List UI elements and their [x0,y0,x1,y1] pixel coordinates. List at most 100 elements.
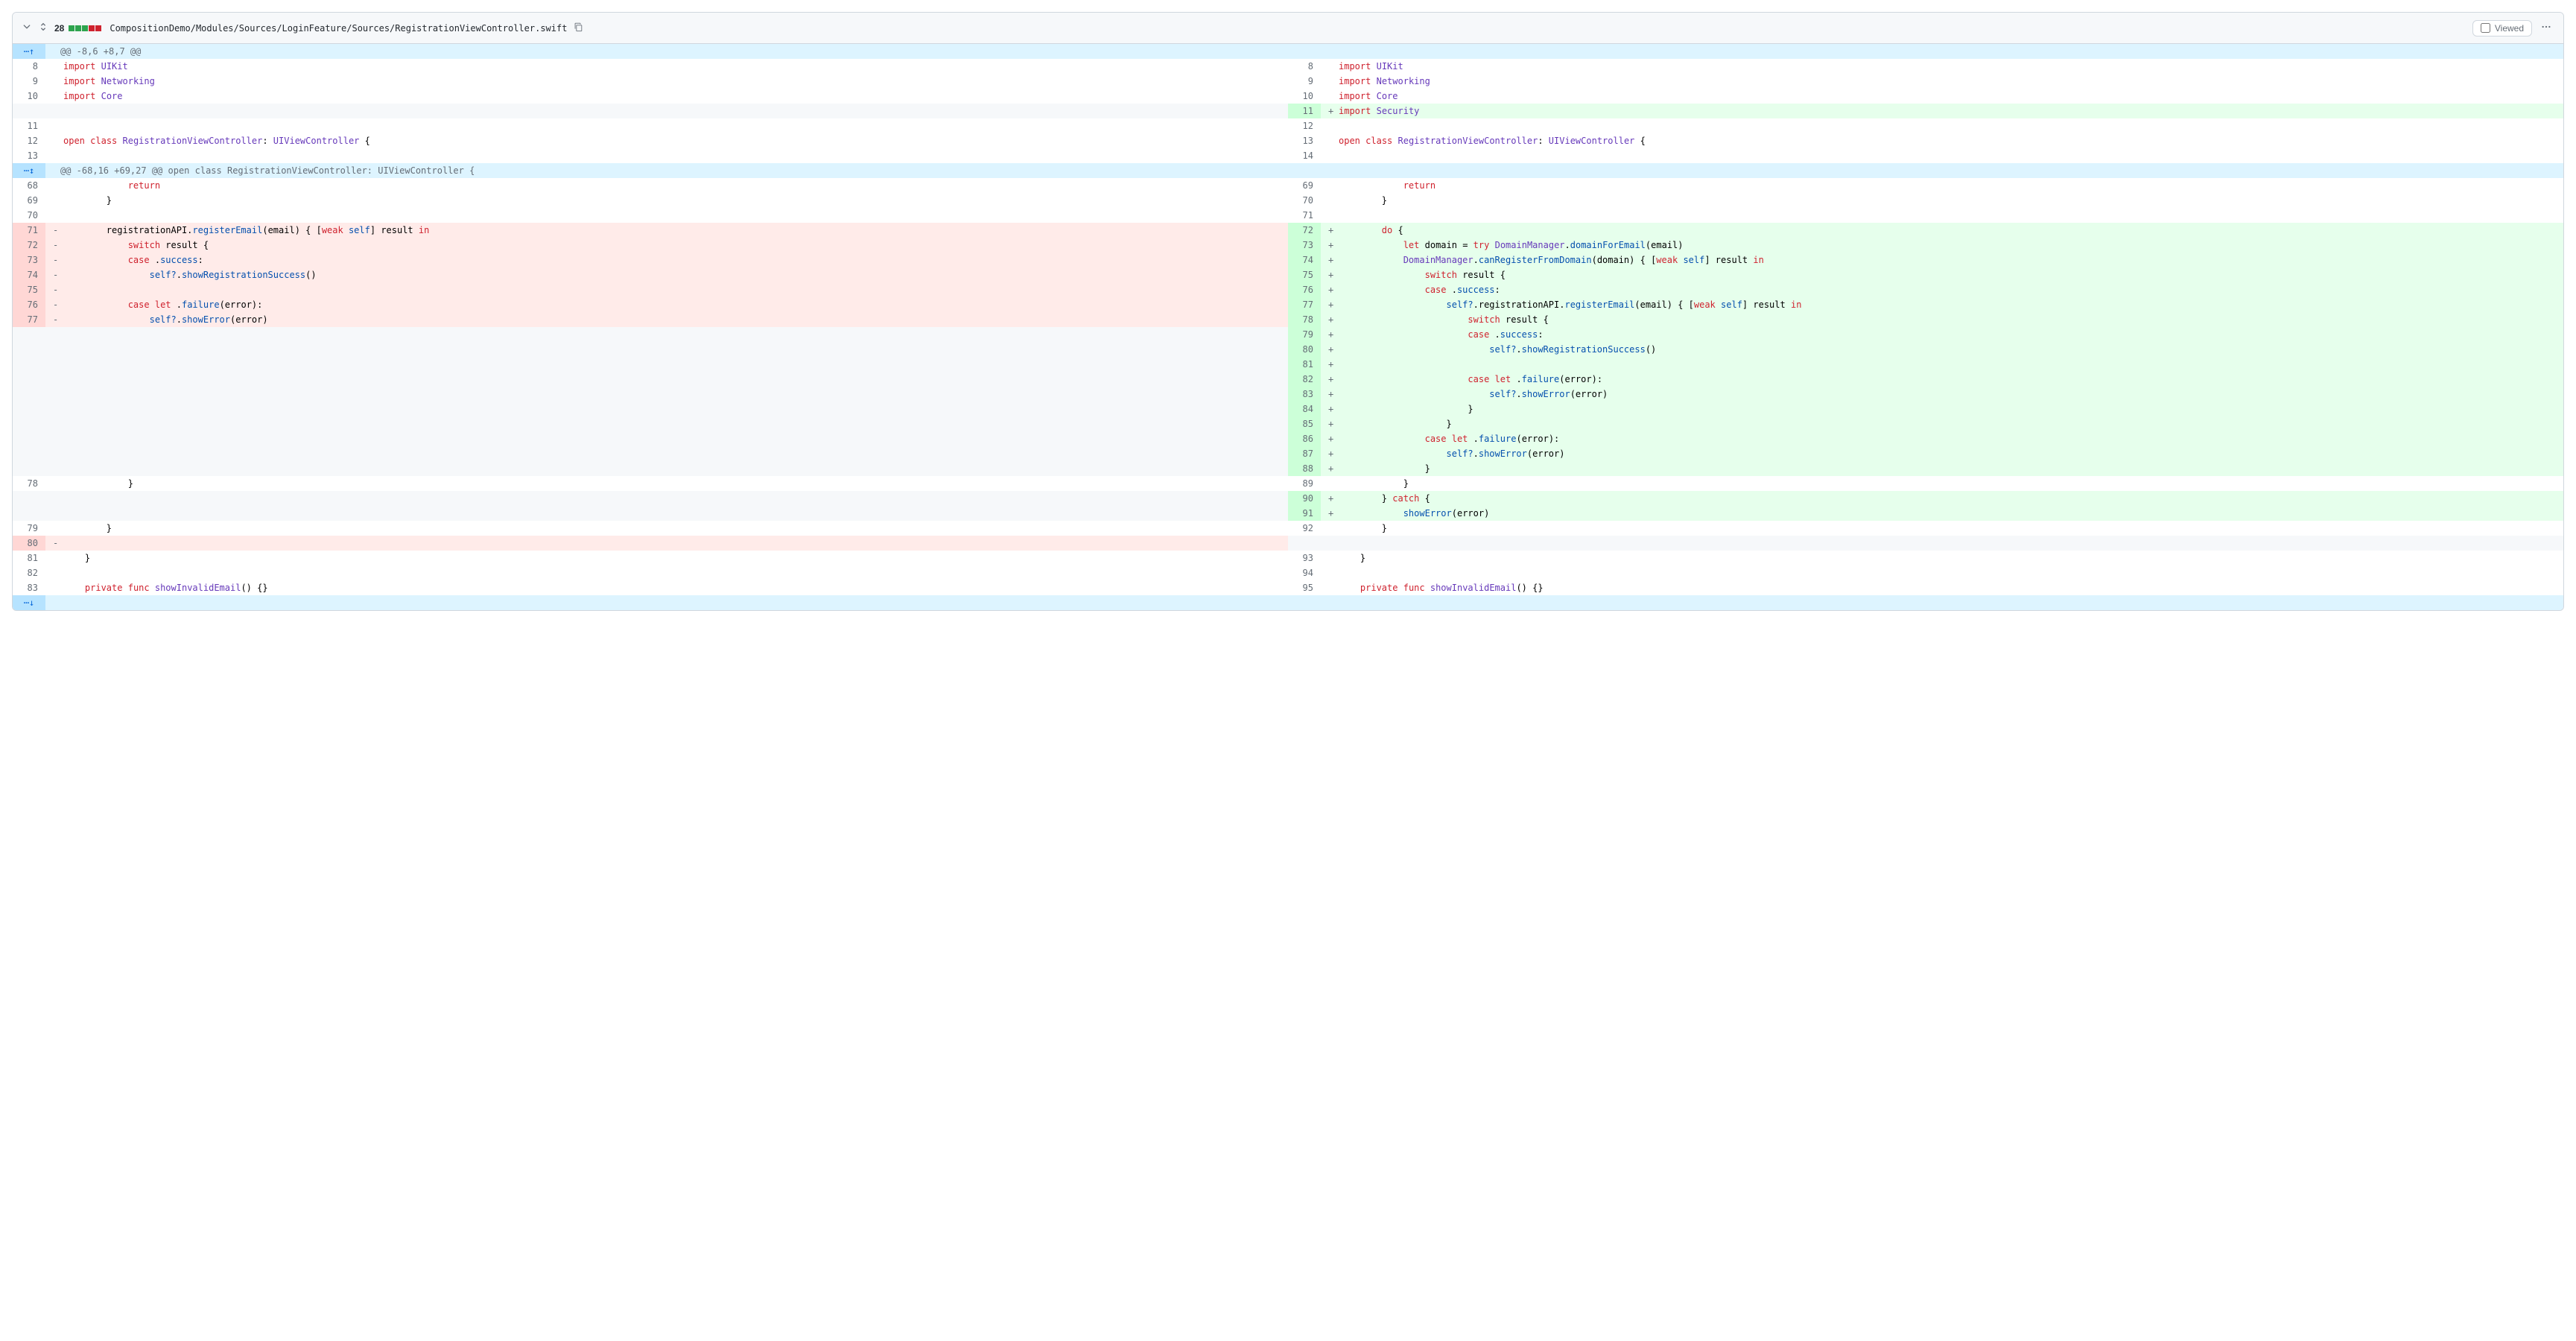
code: + case .success: [1321,327,2563,342]
expand-all-icon[interactable] [38,22,48,34]
line-number[interactable]: 77 [1288,297,1321,312]
viewed-checkbox[interactable] [2481,23,2490,33]
line-number[interactable]: 81 [1288,357,1321,372]
line-number[interactable]: 69 [13,193,45,208]
code [45,506,1288,521]
diff-line: 79 + case .success: [13,327,2563,342]
line-number[interactable]: 77 [13,312,45,327]
line-number[interactable]: 8 [13,59,45,74]
line-number [13,416,45,431]
line-number[interactable]: 78 [13,476,45,491]
line-number[interactable]: 83 [1288,387,1321,402]
line-number[interactable]: 74 [13,267,45,282]
line-number[interactable]: 86 [1288,431,1321,446]
line-number[interactable]: 80 [1288,342,1321,357]
line-number[interactable]: 73 [1288,238,1321,253]
diff-line: 86 + case let .failure(error): [13,431,2563,446]
code: - case let .failure(error): [45,297,1288,312]
code: import UIKit [1321,59,2563,74]
line-number[interactable]: 83 [13,580,45,595]
expand-down-icon[interactable]: ⋯↓ [13,595,45,610]
line-number[interactable]: 92 [1288,521,1321,536]
line-number[interactable]: 78 [1288,312,1321,327]
line-number [13,357,45,372]
line-number [13,491,45,506]
collapse-chevron-icon[interactable] [22,22,32,34]
line-number[interactable]: 93 [1288,551,1321,565]
line-number[interactable]: 91 [1288,506,1321,521]
line-number [13,104,45,118]
code: import Networking [45,74,1288,89]
line-number[interactable]: 80 [13,536,45,551]
line-number[interactable]: 89 [1288,476,1321,491]
line-number[interactable]: 90 [1288,491,1321,506]
line-number[interactable]: 76 [1288,282,1321,297]
line-number[interactable]: 85 [1288,416,1321,431]
line-number[interactable]: 69 [1288,178,1321,193]
line-number[interactable]: 79 [1288,327,1321,342]
line-number[interactable]: 71 [1288,208,1321,223]
line-number[interactable]: 11 [13,118,45,133]
line-number[interactable]: 68 [13,178,45,193]
copy-icon[interactable] [573,22,583,34]
code: import UIKit [45,59,1288,74]
diff-line: 9 import Networking 9 import Networking [13,74,2563,89]
line-number[interactable]: 70 [1288,193,1321,208]
line-number[interactable]: 95 [1288,580,1321,595]
line-number[interactable]: 9 [13,74,45,89]
line-number[interactable]: 13 [1288,133,1321,148]
code: + self?.showRegistrationSuccess() [1321,342,2563,357]
diff-line: 91 + showError(error) [13,506,2563,521]
viewed-toggle[interactable]: Viewed [2472,20,2532,37]
code [45,491,1288,506]
line-number[interactable]: 12 [13,133,45,148]
code: } [1321,476,2563,491]
line-number[interactable]: 82 [13,565,45,580]
line-number[interactable]: 75 [13,282,45,297]
line-number[interactable]: 70 [13,208,45,223]
code: open class RegistrationViewController: U… [45,133,1288,148]
code: open class RegistrationViewController: U… [1321,133,2563,148]
file-path[interactable]: CompositionDemo/Modules/Sources/LoginFea… [110,23,567,34]
line-number[interactable]: 14 [1288,148,1321,163]
line-number[interactable]: 10 [1288,89,1321,104]
line-number[interactable]: 94 [1288,565,1321,580]
expand-down-row: ⋯↓ [13,595,2563,610]
line-number[interactable]: 12 [1288,118,1321,133]
code [45,357,1288,372]
line-number[interactable]: 84 [1288,402,1321,416]
line-number[interactable]: 72 [1288,223,1321,238]
expand-icon[interactable]: ⋯↕ [13,163,45,178]
line-number[interactable]: 9 [1288,74,1321,89]
code: - registrationAPI.registerEmail(email) {… [45,223,1288,238]
diff-line: 13 14 [13,148,2563,163]
line-number[interactable]: 73 [13,253,45,267]
code [1321,208,2563,223]
kebab-menu-icon[interactable] [2538,19,2554,37]
code: - case .success: [45,253,1288,267]
line-number[interactable]: 13 [13,148,45,163]
line-number[interactable]: 8 [1288,59,1321,74]
code: + let domain = try DomainManager.domainF… [1321,238,2563,253]
line-number[interactable]: 71 [13,223,45,238]
code: return [45,178,1288,193]
line-number[interactable]: 81 [13,551,45,565]
line-number[interactable]: 87 [1288,446,1321,461]
file-diff-box: 28 CompositionDemo/Modules/Sources/Login… [12,12,2564,611]
code: } [45,521,1288,536]
line-number[interactable]: 82 [1288,372,1321,387]
diff-line: 71 - registrationAPI.registerEmail(email… [13,223,2563,238]
line-number[interactable]: 11 [1288,104,1321,118]
line-number[interactable]: 75 [1288,267,1321,282]
line-number[interactable]: 10 [13,89,45,104]
line-number[interactable]: 76 [13,297,45,312]
line-number[interactable]: 79 [13,521,45,536]
diff-line: 80 - [13,536,2563,551]
expand-up-icon[interactable]: ⋯↑ [13,44,45,59]
code [45,372,1288,387]
viewed-label: Viewed [2495,23,2524,34]
line-number[interactable]: 88 [1288,461,1321,476]
code: - [45,282,1288,297]
line-number[interactable]: 72 [13,238,45,253]
line-number[interactable]: 74 [1288,253,1321,267]
